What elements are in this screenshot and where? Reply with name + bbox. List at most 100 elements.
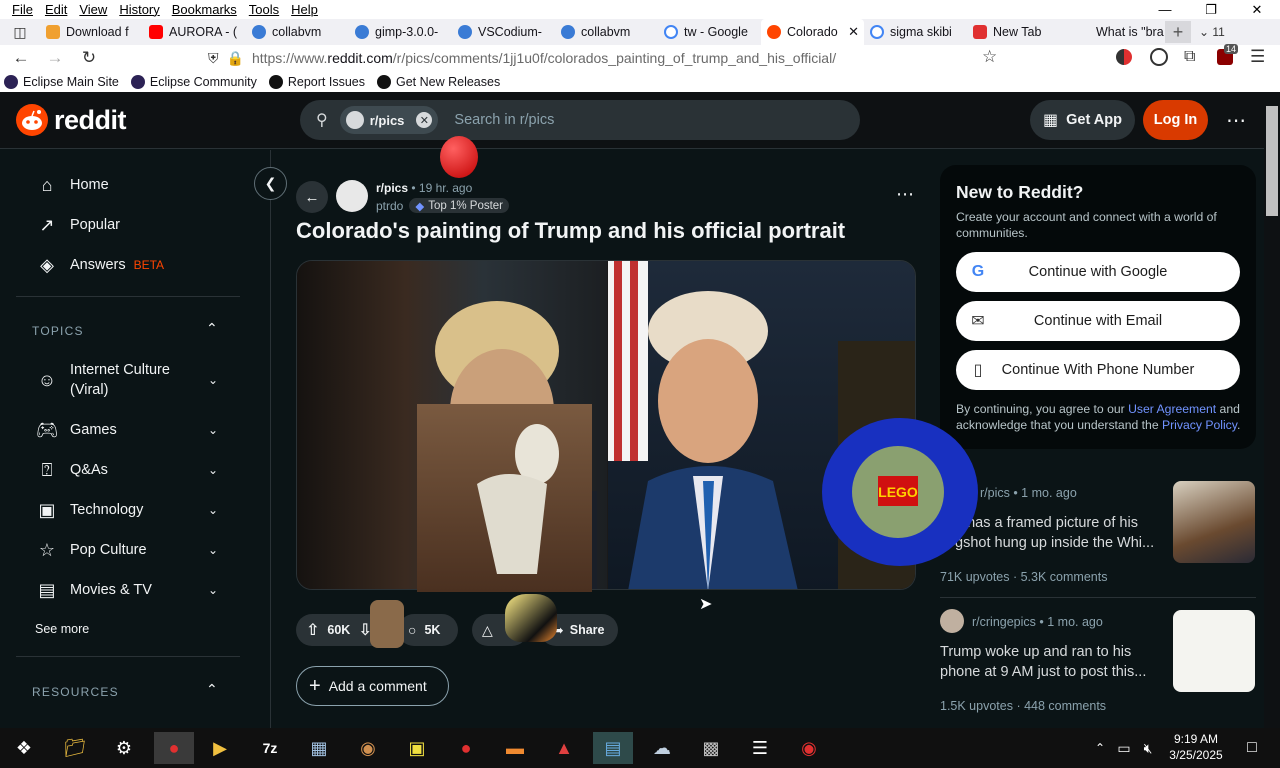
bookmark-get-new-releases[interactable]: Get New Releases bbox=[376, 74, 500, 89]
close-tab-icon[interactable]: ✕ bbox=[848, 24, 859, 40]
taskbar-app-icon[interactable]: ▬ bbox=[495, 732, 535, 764]
taskbar-app-icon[interactable]: ☰ bbox=[740, 732, 780, 764]
tray-chevron-icon[interactable]: ⌃ bbox=[1088, 732, 1112, 764]
menu-edit[interactable]: Edit bbox=[39, 2, 73, 17]
sidebar-item-games[interactable]: 🎮︎ Games ⌄ bbox=[16, 410, 224, 450]
subreddit-link[interactable]: r/pics bbox=[376, 181, 408, 195]
comments-button[interactable]: ○ 5K bbox=[398, 614, 458, 646]
upvote-icon[interactable]: ⇧ bbox=[306, 620, 319, 640]
taskbar-app-icon[interactable]: ◉ bbox=[789, 732, 829, 764]
shield-icon[interactable]: ⛨ bbox=[208, 50, 219, 67]
active-app-icon[interactable]: ▤ bbox=[593, 732, 633, 764]
new-tab-button[interactable]: + bbox=[1165, 21, 1191, 43]
signup-subtitle: Create your account and connect with a w… bbox=[956, 210, 1217, 240]
menu-view[interactable]: View bbox=[73, 2, 113, 17]
sidebar-item-pop-culture[interactable]: ☆ Pop Culture ⌄ bbox=[16, 530, 224, 570]
continue-google-button[interactable]: G Continue with Google bbox=[956, 252, 1240, 292]
chevron-up-icon[interactable]: ⌃ bbox=[206, 681, 218, 698]
spongebob-icon[interactable]: ▣ bbox=[397, 732, 437, 764]
bookmark-star-icon[interactable]: ☆ bbox=[982, 47, 997, 67]
clear-chip-icon[interactable]: ✕ bbox=[416, 112, 433, 128]
network-icon[interactable]: ▭ bbox=[1112, 732, 1136, 764]
taskbar-clock[interactable]: 9:19 AM 3/25/2025 bbox=[1166, 731, 1226, 763]
browser-tab[interactable]: gimp-3.0.0- bbox=[349, 19, 452, 45]
privacy-policy-link[interactable]: Privacy Policy bbox=[1162, 418, 1237, 432]
continue-phone-button[interactable]: ▯ Continue With Phone Number bbox=[956, 350, 1240, 390]
search-input[interactable]: Search in r/pics bbox=[454, 112, 554, 128]
taskbar-app-icon[interactable]: ▲ bbox=[544, 732, 584, 764]
taskbar-app-lips-icon[interactable]: ● bbox=[154, 732, 194, 764]
media-player-icon[interactable]: ▶ bbox=[200, 732, 240, 764]
menu-file[interactable]: File bbox=[6, 2, 39, 17]
browser-tab[interactable]: tw - Google bbox=[658, 19, 761, 45]
bookmark-eclipse-community[interactable]: Eclipse Community bbox=[130, 74, 257, 89]
notepad-icon[interactable]: ▦ bbox=[299, 732, 339, 764]
tab-list-icon[interactable]: ◫ bbox=[0, 19, 40, 45]
bookmark-report-issues[interactable]: Report Issues bbox=[268, 74, 365, 89]
reddit-logo[interactable]: reddit bbox=[16, 104, 127, 136]
tab-overflow[interactable]: ⌄ 11 bbox=[1199, 25, 1225, 39]
back-button[interactable]: ← bbox=[296, 181, 328, 213]
sidebar-item-popular[interactable]: ↗ Popular bbox=[16, 205, 224, 245]
taskbar-app-icon[interactable]: ◉ bbox=[348, 732, 388, 764]
browser-tab[interactable]: What is "bra bbox=[1070, 19, 1165, 45]
user-agreement-link[interactable]: User Agreement bbox=[1128, 402, 1216, 416]
container-icon[interactable] bbox=[1116, 49, 1132, 65]
subreddit-search-chip[interactable]: r/pics ✕ bbox=[339, 106, 439, 134]
url-bar[interactable]: ⛨ 🔒 https://www. reddit.com/r/pics/commen… bbox=[208, 46, 1028, 70]
forward-arrow-icon[interactable]: → bbox=[38, 45, 72, 71]
browser-tab[interactable]: VSCodium- bbox=[452, 19, 555, 45]
sidebar-item-qas[interactable]: ⍰ Q&As ⌄ bbox=[16, 450, 224, 490]
sidebar-item-home[interactable]: ⌂ Home bbox=[16, 165, 224, 205]
reload-icon[interactable]: ↻ bbox=[72, 45, 106, 71]
bookmark-eclipse-main[interactable]: Eclipse Main Site bbox=[4, 74, 119, 89]
sidebar-item-answers[interactable]: ◈ Answers BETA bbox=[16, 245, 224, 285]
chevron-up-icon[interactable]: ⌃ bbox=[206, 320, 218, 337]
back-arrow-icon[interactable]: ← bbox=[4, 45, 38, 71]
author-link[interactable]: ptrdo bbox=[376, 199, 403, 213]
browser-tab[interactable]: New Tab bbox=[967, 19, 1070, 45]
extensions-icon[interactable]: ⧉ bbox=[1184, 48, 1195, 66]
volume-muted-icon[interactable]: 🔇︎ bbox=[1136, 732, 1160, 764]
browser-tab-active[interactable]: Colorado ✕ bbox=[761, 19, 864, 45]
get-app-button[interactable]: ▦ Get App bbox=[1030, 100, 1135, 140]
browser-tab[interactable]: sigma skibi bbox=[864, 19, 967, 45]
page-scrollbar[interactable] bbox=[1264, 92, 1280, 728]
7zip-icon[interactable]: 7z bbox=[250, 732, 290, 764]
post-options-icon[interactable]: ⋯ bbox=[896, 184, 914, 205]
lock-icon[interactable]: 🔒 bbox=[227, 50, 244, 67]
notifications-icon[interactable]: □ bbox=[1232, 732, 1272, 764]
settings-gear-icon[interactable]: ⚙ bbox=[104, 732, 144, 764]
taskbar-app-icon[interactable]: ▩ bbox=[691, 732, 731, 764]
taskbar-app-icon[interactable]: ☁ bbox=[642, 732, 682, 764]
sidebar-item-technology[interactable]: ▣ Technology ⌄ bbox=[16, 490, 224, 530]
close-window-button[interactable]: ✕ bbox=[1234, 0, 1280, 19]
browser-tab[interactable]: collabvm bbox=[555, 19, 658, 45]
subreddit-avatar[interactable] bbox=[336, 180, 368, 212]
collapse-sidebar-button[interactable]: ❮ bbox=[254, 167, 287, 200]
restore-button[interactable]: ❐ bbox=[1188, 0, 1234, 19]
add-comment-button[interactable]: + Add a comment bbox=[296, 666, 449, 706]
taskbar-app-icon[interactable]: ● bbox=[446, 732, 486, 764]
sidebar-item-label: Technology bbox=[70, 502, 144, 518]
windows-start-icon[interactable]: ❖ bbox=[4, 732, 44, 764]
menu-bookmarks[interactable]: Bookmarks bbox=[166, 2, 243, 17]
menu-help[interactable]: Help bbox=[285, 2, 324, 17]
browser-tab[interactable]: AURORA - ( bbox=[143, 19, 246, 45]
sidebar-item-internet-culture[interactable]: ☺ Internet Culture (Viral) ⌄ bbox=[16, 358, 224, 402]
continue-email-button[interactable]: ✉ Continue with Email bbox=[956, 301, 1240, 341]
see-more-link[interactable]: See more bbox=[35, 622, 89, 636]
sidebar-item-movies-tv[interactable]: ▤ Movies & TV ⌄ bbox=[16, 570, 224, 610]
menu-tools[interactable]: Tools bbox=[243, 2, 285, 17]
scrollbar-thumb[interactable] bbox=[1266, 106, 1278, 216]
menu-history[interactable]: History bbox=[113, 2, 165, 17]
hamburger-menu-icon[interactable]: ☰ bbox=[1250, 47, 1265, 67]
search-bar[interactable]: ⚲ r/pics ✕ Search in r/pics bbox=[300, 100, 860, 140]
browser-tab[interactable]: collabvm bbox=[246, 19, 349, 45]
account-icon[interactable] bbox=[1150, 48, 1168, 66]
browser-tab[interactable]: Download f bbox=[40, 19, 143, 45]
file-explorer-icon[interactable]: 📁︎ bbox=[55, 732, 95, 764]
minimize-button[interactable]: — bbox=[1142, 0, 1188, 19]
login-button[interactable]: Log In bbox=[1143, 100, 1208, 140]
more-options-icon[interactable]: ⋯ bbox=[1220, 100, 1252, 140]
